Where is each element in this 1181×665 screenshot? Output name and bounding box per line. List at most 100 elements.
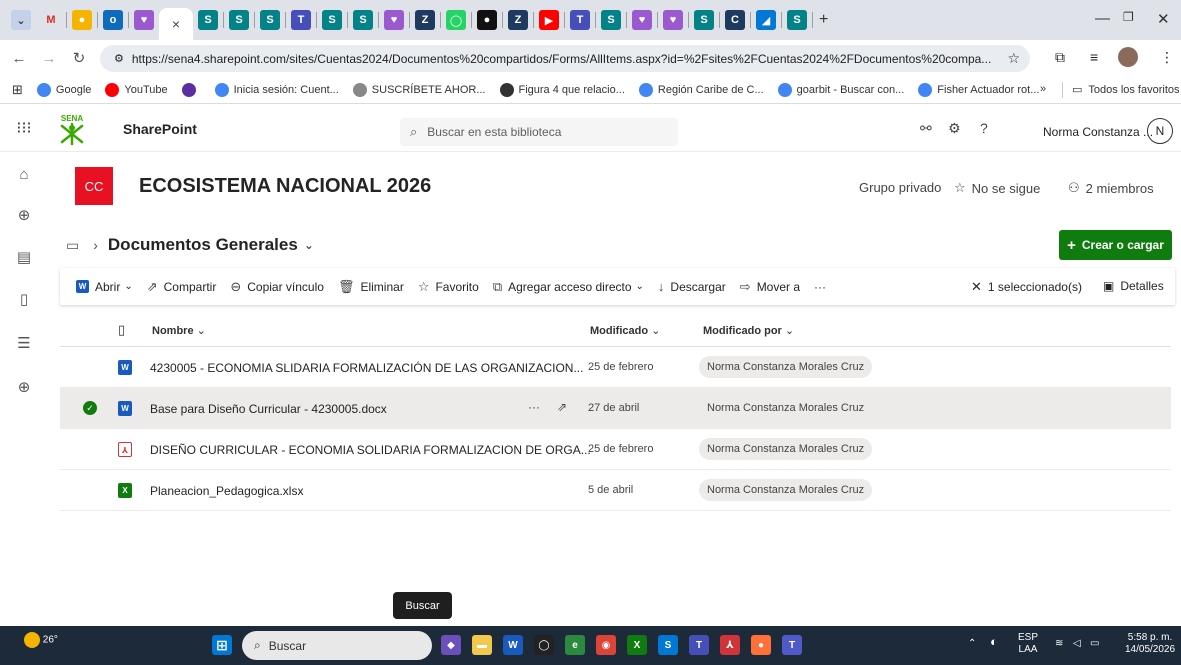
gmail-tab-icon[interactable]: M	[41, 10, 61, 30]
chevron-down-icon[interactable]: ⌄	[304, 238, 314, 252]
create-plus-icon[interactable]: ⊕	[0, 378, 48, 396]
weather-widget[interactable]: 26°	[24, 632, 58, 648]
wifi-icon[interactable]: ≋	[1055, 638, 1063, 650]
tab-favicon[interactable]: S	[787, 10, 807, 30]
download-button[interactable]: ↓ Descargar	[658, 279, 726, 294]
tab-sharepoint-icon[interactable]: S	[198, 10, 218, 30]
tab-favicon[interactable]: S	[601, 10, 621, 30]
bookmark-item[interactable]: Inicia sesión: Cuent...	[214, 82, 339, 97]
reading-list-icon[interactable]: ≡	[1090, 49, 1098, 65]
create-upload-button[interactable]: + Crear o cargar	[1059, 230, 1172, 260]
firefox-icon[interactable]: ●	[751, 635, 771, 655]
clear-selection-button[interactable]: ✕ 1 seleccionado(s)	[971, 279, 1082, 295]
file-row-selected[interactable]: ✓ W Base para Diseño Curricular - 423000…	[60, 388, 1171, 429]
restore-icon[interactable]: ❐	[1123, 10, 1134, 24]
settings-gear-icon[interactable]: ⚙	[948, 120, 961, 137]
new-tab-button[interactable]: +	[819, 11, 828, 29]
word-icon[interactable]: W	[503, 635, 523, 655]
show-hidden-icons[interactable]: ⌃	[968, 638, 976, 650]
name-column-header[interactable]: Nombre ⌄	[152, 324, 206, 337]
clock[interactable]: 5:58 p. m. 14/05/2026	[1125, 632, 1175, 656]
apps-grid-icon[interactable]: ⊞	[12, 82, 23, 98]
copy-link-button[interactable]: ⊖ Copiar vínculo	[230, 279, 324, 295]
excel-icon[interactable]: X	[627, 635, 647, 655]
open-button[interactable]: W Abrir ⌄	[76, 280, 133, 294]
library-search-input[interactable]: ⌕ Buscar en esta biblioteca	[400, 118, 678, 146]
share-network-icon[interactable]: ⚯	[920, 120, 932, 137]
tab-favicon[interactable]: C	[725, 10, 745, 30]
follow-button[interactable]: ☆ No se sigue	[954, 180, 1040, 196]
tab-search-icon[interactable]: ⌄	[11, 10, 31, 30]
file-name[interactable]: DISEÑO CURRICULAR - ECONOMIA SOLIDARIA F…	[150, 443, 591, 457]
close-window-icon[interactable]: ✕	[1157, 10, 1170, 28]
all-bookmarks-folder[interactable]: ▭ Todos los favoritos	[1072, 83, 1180, 97]
tab-favicon[interactable]: Z	[508, 10, 528, 30]
bookmark-item[interactable]: Fisher Actuador rot...	[918, 82, 1039, 97]
back-icon[interactable]: ←	[8, 50, 30, 67]
file-row[interactable]: X Planeacion_Pedagogica.xlsx 5 de abril …	[60, 470, 1171, 511]
favorite-button[interactable]: ☆ Favorito	[418, 279, 479, 295]
bookmark-item[interactable]: Google	[36, 82, 91, 97]
modified-column-header[interactable]: Modificado ⌄	[590, 324, 660, 337]
bookmarks-overflow-icon[interactable]: »	[1040, 83, 1046, 95]
tab-favicon[interactable]: S	[694, 10, 714, 30]
lists-icon[interactable]: ☰	[0, 334, 48, 352]
file-name[interactable]: Base para Diseño Curricular - 4230005.do…	[150, 402, 387, 416]
tab-teams-icon[interactable]: T	[291, 10, 311, 30]
site-title[interactable]: ECOSISTEMA NACIONAL 2026	[139, 175, 431, 198]
file-explorer-icon[interactable]: ▬	[472, 635, 492, 655]
file-name[interactable]: Planeacion_Pedagogica.xlsx	[150, 484, 303, 498]
file-row[interactable]: ⅄ DISEÑO CURRICULAR - ECONOMIA SOLIDARIA…	[60, 429, 1171, 470]
copilot-icon[interactable]: ◆	[441, 635, 461, 655]
reload-icon[interactable]: ↻	[68, 49, 90, 67]
tab-favicon[interactable]: ♥	[134, 10, 154, 30]
skype-icon[interactable]: S	[658, 635, 678, 655]
move-to-button[interactable]: ⇨ Mover a	[740, 279, 800, 295]
tab-favicon[interactable]: ♥	[632, 10, 652, 30]
more-actions-button[interactable]: ···	[814, 280, 826, 294]
library-name[interactable]: Documentos Generales	[108, 235, 298, 255]
github-icon[interactable]: ◯	[534, 635, 554, 655]
volume-icon[interactable]: ◁	[1073, 638, 1081, 650]
folder-icon[interactable]: ▭	[66, 237, 79, 254]
browser-menu-icon[interactable]: ⋮	[1160, 49, 1174, 66]
bookmark-item[interactable]	[181, 82, 201, 97]
bookmark-star-icon[interactable]: ☆	[1007, 50, 1020, 67]
app-launcher-icon[interactable]: ⁝⁝⁝	[0, 104, 48, 152]
file-type-column-icon[interactable]: ▯	[118, 322, 125, 338]
forward-icon[interactable]: →	[38, 50, 60, 67]
minimize-icon[interactable]: —	[1095, 10, 1110, 27]
windows-start-icon[interactable]: ⊞	[212, 635, 232, 655]
share-icon[interactable]: ⇗	[557, 400, 567, 414]
add-shortcut-button[interactable]: ⧉ Agregar acceso directo ⌄	[493, 279, 644, 295]
teams-classic-icon[interactable]: T	[782, 635, 802, 655]
delete-button[interactable]: 🗑 Eliminar	[338, 279, 404, 295]
acrobat-icon[interactable]: ⅄	[720, 635, 740, 655]
bookmark-item[interactable]: Figura 4 que relacio...	[499, 82, 625, 97]
bookmark-item[interactable]: YouTube	[105, 82, 168, 97]
extensions-icon[interactable]: ⧉	[1055, 49, 1065, 66]
tab-favicon[interactable]: S	[353, 10, 373, 30]
file-modified-by[interactable]: Norma Constanza Morales Cruz	[699, 397, 872, 419]
file-modified-by[interactable]: Norma Constanza Morales Cruz	[699, 479, 873, 501]
tab-sharepoint-icon[interactable]: S	[229, 10, 249, 30]
tab-favicon[interactable]: ●	[477, 10, 497, 30]
tab-active[interactable]: ×	[159, 8, 193, 40]
tab-sharepoint-icon[interactable]: S	[260, 10, 280, 30]
selected-check-icon[interactable]: ✓	[83, 401, 97, 415]
teams-icon[interactable]: T	[689, 635, 709, 655]
file-modified-by[interactable]: Norma Constanza Morales Cruz	[699, 356, 873, 378]
tab-favicon[interactable]: ♥	[384, 10, 404, 30]
members-button[interactable]: ⚇ 2 miembros	[1068, 180, 1154, 196]
user-name[interactable]: Norma Constanza ...	[1043, 125, 1153, 139]
language-indicator[interactable]: ESP LAA	[1018, 632, 1038, 656]
user-avatar[interactable]: N	[1147, 118, 1173, 144]
tab-favicon[interactable]: ◢	[756, 10, 776, 30]
file-row[interactable]: W 4230005 - ECONOMIA SLIDARIA FORMALIZAC…	[60, 347, 1171, 388]
chrome-icon[interactable]: ◉	[596, 635, 616, 655]
site-info-icon[interactable]: ⚙	[114, 52, 124, 65]
tab-teams-icon[interactable]: T	[570, 10, 590, 30]
bookmark-item[interactable]: Región Caribe de C...	[638, 82, 764, 97]
battery-icon[interactable]: ▭	[1090, 638, 1099, 650]
tab-favicon[interactable]: Z	[415, 10, 435, 30]
